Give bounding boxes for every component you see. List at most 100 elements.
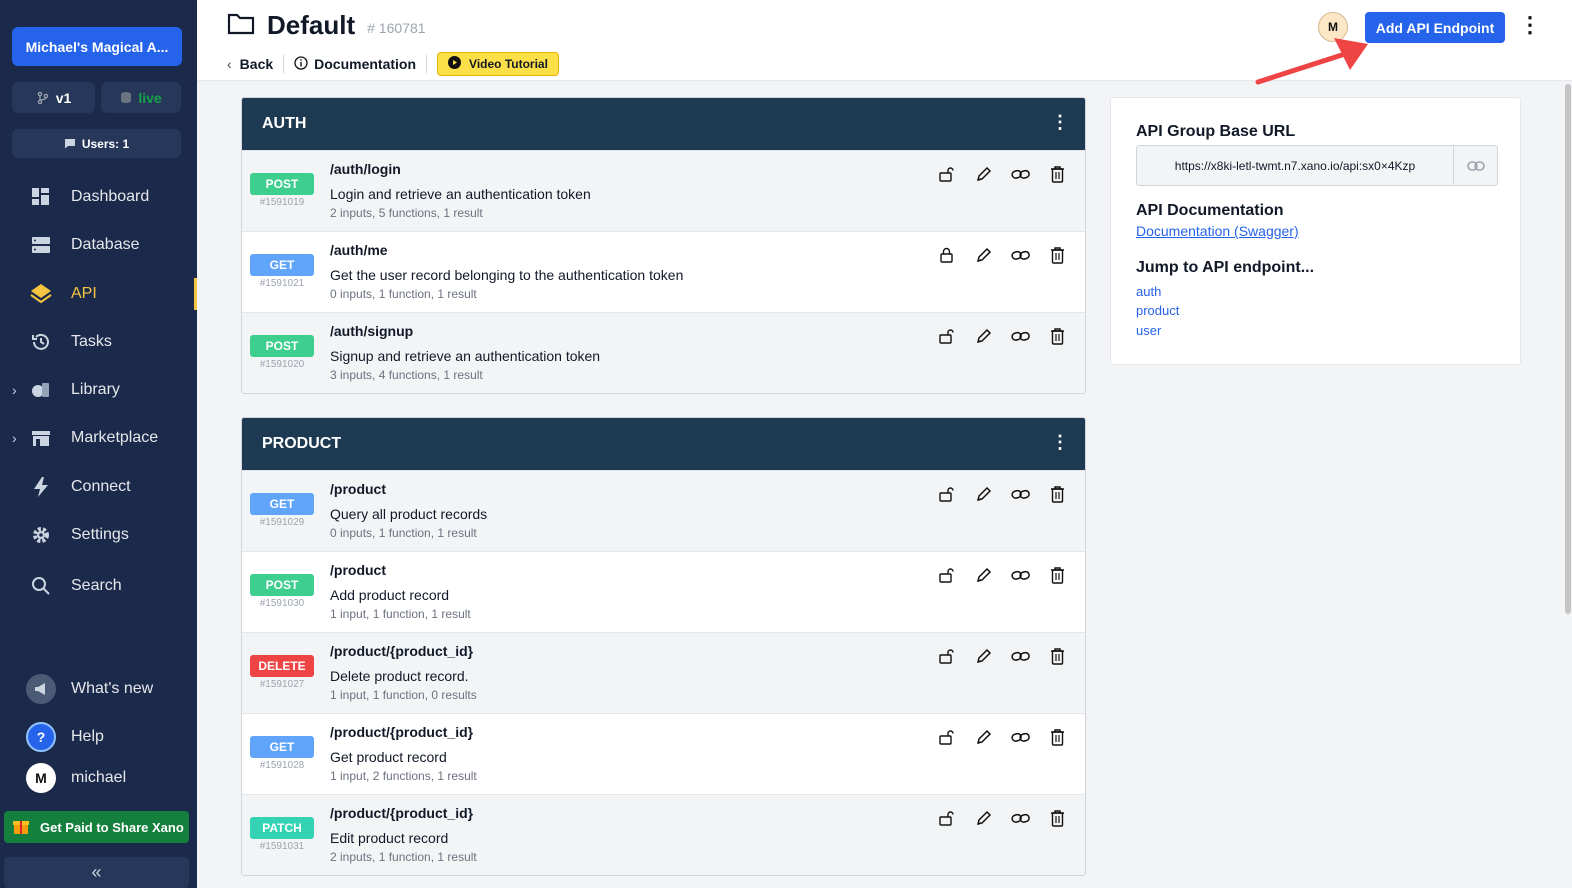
user-menu[interactable]: M michael xyxy=(0,760,197,796)
users-indicator[interactable]: Users: 1 xyxy=(12,129,181,158)
endpoint-group-product: PRODUCT ⋮ GET #1591029 /product Query al… xyxy=(241,417,1086,876)
datasource-selector[interactable]: live xyxy=(101,82,181,113)
nav-api-label: API xyxy=(71,285,97,302)
nav-api[interactable]: API xyxy=(0,274,197,314)
base-url-field[interactable]: https://x8ki-letl-twmt.n7.xano.io/api:sx… xyxy=(1136,145,1498,186)
back-link[interactable]: ‹ Back xyxy=(227,56,273,72)
base-url-title: API Group Base URL xyxy=(1136,123,1296,140)
video-tutorial-button[interactable]: Video Tutorial xyxy=(437,52,559,76)
link-icon[interactable] xyxy=(1011,165,1030,184)
jump-link-auth[interactable]: auth xyxy=(1136,284,1161,299)
help-button[interactable]: ? Help xyxy=(0,719,197,755)
endpoint-actions xyxy=(937,165,1067,184)
endpoint-path[interactable]: /auth/me xyxy=(330,242,388,258)
gear-icon xyxy=(30,524,52,546)
endpoint-row[interactable]: GET #1591029 /product Query all product … xyxy=(242,470,1085,551)
bolt-icon xyxy=(30,476,52,498)
trash-icon[interactable] xyxy=(1048,327,1067,346)
lock-icon[interactable] xyxy=(937,246,956,265)
group-header: AUTH ⋮ xyxy=(242,98,1085,150)
scrollbar-thumb[interactable] xyxy=(1565,84,1571,614)
link-icon[interactable] xyxy=(1011,647,1030,666)
endpoint-row[interactable]: DELETE #1591027 /product/{product_id} De… xyxy=(242,632,1085,713)
database-small-icon xyxy=(121,92,132,103)
branch-selector[interactable]: v1 xyxy=(12,82,95,113)
jump-link-user[interactable]: user xyxy=(1136,323,1161,338)
nav-search[interactable]: Search xyxy=(0,566,197,606)
edit-icon[interactable] xyxy=(974,327,993,346)
swagger-link[interactable]: Documentation (Swagger) xyxy=(1136,223,1299,239)
group-menu-icon[interactable]: ⋮ xyxy=(1051,432,1069,453)
edit-icon[interactable] xyxy=(974,809,993,828)
unlock-icon[interactable] xyxy=(937,647,956,666)
nav-database[interactable]: Database xyxy=(0,225,197,265)
chevron-right-icon[interactable]: › xyxy=(12,382,17,398)
endpoint-path[interactable]: /product/{product_id} xyxy=(330,805,473,821)
link-icon[interactable] xyxy=(1011,246,1030,265)
unlock-icon[interactable] xyxy=(937,485,956,504)
group-menu-icon[interactable]: ⋮ xyxy=(1051,112,1069,133)
unlock-icon[interactable] xyxy=(937,566,956,585)
documentation-link[interactable]: Documentation xyxy=(294,55,416,73)
edit-icon[interactable] xyxy=(974,647,993,666)
endpoint-row[interactable]: POST #1591030 /product Add product recor… xyxy=(242,551,1085,632)
endpoint-path[interactable]: /product/{product_id} xyxy=(330,643,473,659)
edit-icon[interactable] xyxy=(974,728,993,747)
trash-icon[interactable] xyxy=(1048,728,1067,747)
endpoint-path[interactable]: /auth/signup xyxy=(330,323,413,339)
edit-icon[interactable] xyxy=(974,246,993,265)
double-chevron-left-icon: « xyxy=(91,862,102,882)
unlock-icon[interactable] xyxy=(937,327,956,346)
nav-tasks[interactable]: Tasks xyxy=(0,322,197,362)
endpoint-row[interactable]: POST #1591020 /auth/signup Signup and re… xyxy=(242,312,1085,393)
trash-icon[interactable] xyxy=(1048,647,1067,666)
unlock-icon[interactable] xyxy=(937,809,956,828)
trash-icon[interactable] xyxy=(1048,165,1067,184)
collapse-sidebar-button[interactable]: « xyxy=(4,857,189,888)
endpoint-row[interactable]: PATCH #1591031 /product/{product_id} Edi… xyxy=(242,794,1085,875)
method-badge: DELETE xyxy=(250,655,314,677)
add-api-endpoint-button[interactable]: Add API Endpoint xyxy=(1365,12,1505,43)
endpoint-path[interactable]: /product xyxy=(330,481,386,497)
endpoint-row[interactable]: GET #1591028 /product/{product_id} Get p… xyxy=(242,713,1085,794)
workspace-button[interactable]: Michael's Magical A... xyxy=(12,27,182,66)
copy-link-icon[interactable] xyxy=(1453,146,1497,185)
trash-icon[interactable] xyxy=(1048,566,1067,585)
endpoint-path[interactable]: /auth/login xyxy=(330,161,401,177)
edit-icon[interactable] xyxy=(974,485,993,504)
link-icon[interactable] xyxy=(1011,566,1030,585)
endpoint-id: #1591019 xyxy=(259,197,305,208)
endpoint-path[interactable]: /product xyxy=(330,562,386,578)
link-icon[interactable] xyxy=(1011,485,1030,504)
unlock-icon[interactable] xyxy=(937,728,956,747)
endpoint-row[interactable]: POST #1591019 /auth/login Login and retr… xyxy=(242,150,1085,231)
endpoint-row[interactable]: GET #1591021 /auth/me Get the user recor… xyxy=(242,231,1085,312)
link-icon[interactable] xyxy=(1011,809,1030,828)
unlock-icon[interactable] xyxy=(937,165,956,184)
endpoint-description: Signup and retrieve an authentication to… xyxy=(330,348,601,364)
nav-connect[interactable]: Connect xyxy=(0,467,197,507)
trash-icon[interactable] xyxy=(1048,809,1067,828)
nav-library[interactable]: › Library xyxy=(0,370,197,410)
more-options-icon[interactable]: ⋮ xyxy=(1519,12,1541,38)
jump-link-product[interactable]: product xyxy=(1136,303,1179,318)
whats-new-button[interactable]: What's new xyxy=(0,671,197,707)
nav-marketplace[interactable]: › Marketplace xyxy=(0,418,197,458)
users-label: Users: 1 xyxy=(81,136,130,151)
edit-icon[interactable] xyxy=(974,566,993,585)
trash-icon[interactable] xyxy=(1048,246,1067,265)
back-label: Back xyxy=(239,56,274,72)
edit-icon[interactable] xyxy=(974,165,993,184)
chevron-right-icon[interactable]: › xyxy=(12,430,17,446)
link-icon[interactable] xyxy=(1011,728,1030,747)
nav-tasks-label: Tasks xyxy=(71,333,112,350)
promo-button[interactable]: Get Paid to Share Xano xyxy=(4,811,189,843)
endpoint-id: #1591027 xyxy=(259,679,305,690)
nav-settings[interactable]: Settings xyxy=(0,515,197,555)
trash-icon[interactable] xyxy=(1048,485,1067,504)
video-tutorial-label: Video Tutorial xyxy=(469,57,548,71)
nav-dashboard[interactable]: Dashboard xyxy=(0,177,197,217)
link-icon[interactable] xyxy=(1011,327,1030,346)
endpoint-path[interactable]: /product/{product_id} xyxy=(330,724,473,740)
gift-icon xyxy=(12,817,30,838)
